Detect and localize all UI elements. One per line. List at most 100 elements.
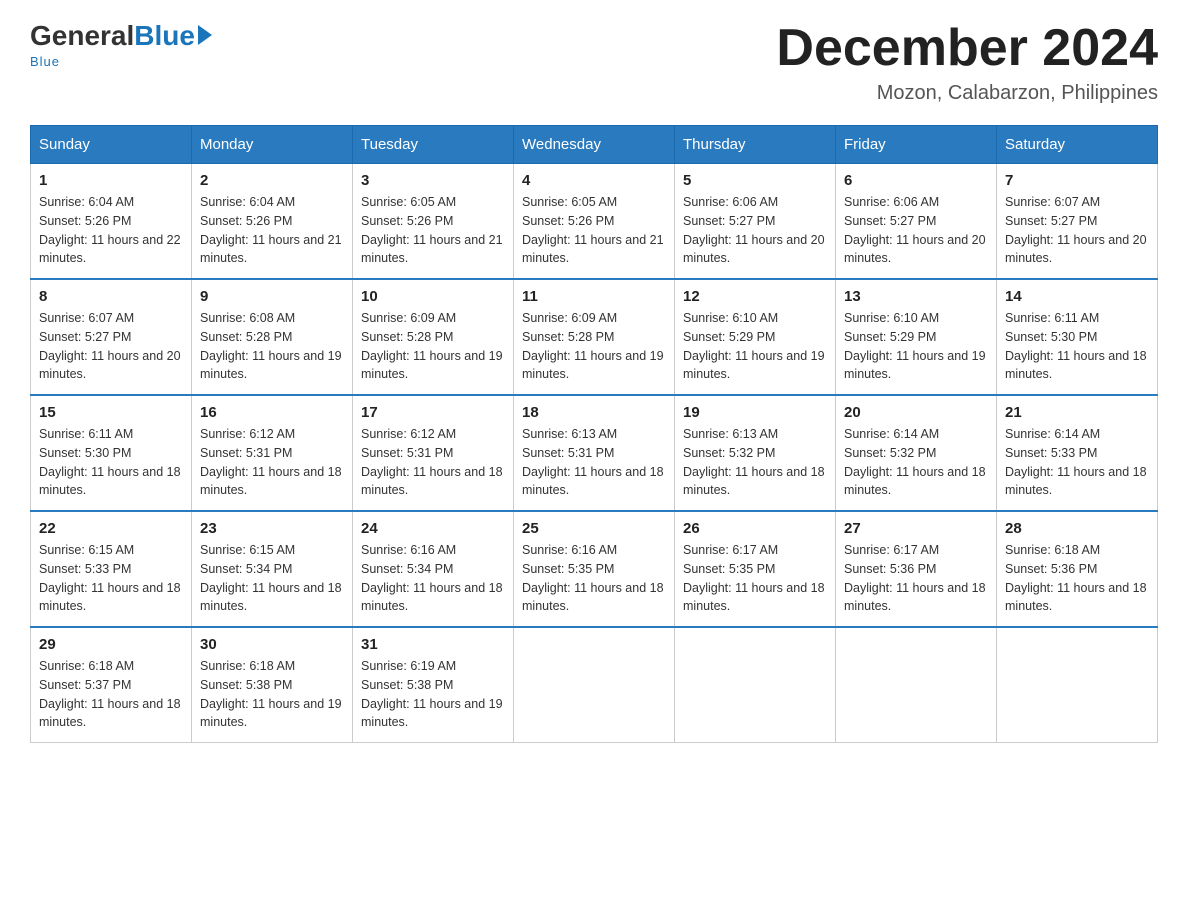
calendar-day-cell: 17 Sunrise: 6:12 AM Sunset: 5:31 PM Dayl… <box>353 395 514 511</box>
calendar-day-header: Friday <box>836 126 997 164</box>
calendar-week-row: 8 Sunrise: 6:07 AM Sunset: 5:27 PM Dayli… <box>31 279 1158 395</box>
day-number: 29 <box>39 636 183 653</box>
day-number: 13 <box>844 288 988 305</box>
day-number: 6 <box>844 172 988 189</box>
day-number: 7 <box>1005 172 1149 189</box>
day-number: 15 <box>39 404 183 421</box>
calendar-day-header: Wednesday <box>514 126 675 164</box>
calendar-day-cell: 10 Sunrise: 6:09 AM Sunset: 5:28 PM Dayl… <box>353 279 514 395</box>
day-info: Sunrise: 6:14 AM Sunset: 5:32 PM Dayligh… <box>844 425 988 500</box>
day-info: Sunrise: 6:17 AM Sunset: 5:36 PM Dayligh… <box>844 541 988 616</box>
logo-blue-text: Blue <box>134 20 195 52</box>
day-number: 24 <box>361 520 505 537</box>
day-number: 21 <box>1005 404 1149 421</box>
calendar-day-cell: 11 Sunrise: 6:09 AM Sunset: 5:28 PM Dayl… <box>514 279 675 395</box>
calendar-day-cell: 14 Sunrise: 6:11 AM Sunset: 5:30 PM Dayl… <box>997 279 1158 395</box>
calendar-day-cell: 19 Sunrise: 6:13 AM Sunset: 5:32 PM Dayl… <box>675 395 836 511</box>
calendar-day-cell: 1 Sunrise: 6:04 AM Sunset: 5:26 PM Dayli… <box>31 164 192 280</box>
calendar-day-cell: 29 Sunrise: 6:18 AM Sunset: 5:37 PM Dayl… <box>31 627 192 743</box>
day-number: 22 <box>39 520 183 537</box>
day-info: Sunrise: 6:18 AM Sunset: 5:36 PM Dayligh… <box>1005 541 1149 616</box>
day-number: 16 <box>200 404 344 421</box>
day-info: Sunrise: 6:11 AM Sunset: 5:30 PM Dayligh… <box>1005 309 1149 384</box>
day-info: Sunrise: 6:10 AM Sunset: 5:29 PM Dayligh… <box>844 309 988 384</box>
day-info: Sunrise: 6:08 AM Sunset: 5:28 PM Dayligh… <box>200 309 344 384</box>
day-info: Sunrise: 6:10 AM Sunset: 5:29 PM Dayligh… <box>683 309 827 384</box>
day-number: 17 <box>361 404 505 421</box>
day-info: Sunrise: 6:16 AM Sunset: 5:34 PM Dayligh… <box>361 541 505 616</box>
calendar-day-cell: 3 Sunrise: 6:05 AM Sunset: 5:26 PM Dayli… <box>353 164 514 280</box>
day-number: 14 <box>1005 288 1149 305</box>
day-info: Sunrise: 6:17 AM Sunset: 5:35 PM Dayligh… <box>683 541 827 616</box>
day-info: Sunrise: 6:07 AM Sunset: 5:27 PM Dayligh… <box>1005 193 1149 268</box>
calendar-day-header: Saturday <box>997 126 1158 164</box>
day-number: 18 <box>522 404 666 421</box>
calendar-day-cell: 31 Sunrise: 6:19 AM Sunset: 5:38 PM Dayl… <box>353 627 514 743</box>
logo-general-text: General <box>30 20 134 52</box>
day-info: Sunrise: 6:05 AM Sunset: 5:26 PM Dayligh… <box>361 193 505 268</box>
day-number: 19 <box>683 404 827 421</box>
day-number: 10 <box>361 288 505 305</box>
calendar-day-cell <box>675 627 836 743</box>
calendar-day-cell: 7 Sunrise: 6:07 AM Sunset: 5:27 PM Dayli… <box>997 164 1158 280</box>
day-info: Sunrise: 6:13 AM Sunset: 5:32 PM Dayligh… <box>683 425 827 500</box>
calendar-day-cell: 26 Sunrise: 6:17 AM Sunset: 5:35 PM Dayl… <box>675 511 836 627</box>
logo-underline: Blue <box>30 54 60 69</box>
logo-blue-part: Blue <box>134 20 212 52</box>
calendar-week-row: 22 Sunrise: 6:15 AM Sunset: 5:33 PM Dayl… <box>31 511 1158 627</box>
calendar-day-cell: 13 Sunrise: 6:10 AM Sunset: 5:29 PM Dayl… <box>836 279 997 395</box>
day-number: 2 <box>200 172 344 189</box>
day-number: 31 <box>361 636 505 653</box>
title-section: December 2024 Mozon, Calabarzon, Philipp… <box>776 20 1158 105</box>
day-number: 12 <box>683 288 827 305</box>
day-info: Sunrise: 6:11 AM Sunset: 5:30 PM Dayligh… <box>39 425 183 500</box>
calendar-day-cell: 12 Sunrise: 6:10 AM Sunset: 5:29 PM Dayl… <box>675 279 836 395</box>
day-info: Sunrise: 6:18 AM Sunset: 5:38 PM Dayligh… <box>200 657 344 732</box>
day-info: Sunrise: 6:19 AM Sunset: 5:38 PM Dayligh… <box>361 657 505 732</box>
day-number: 5 <box>683 172 827 189</box>
location: Mozon, Calabarzon, Philippines <box>776 82 1158 105</box>
calendar-day-cell: 2 Sunrise: 6:04 AM Sunset: 5:26 PM Dayli… <box>192 164 353 280</box>
logo: General Blue Blue <box>30 20 212 69</box>
day-info: Sunrise: 6:04 AM Sunset: 5:26 PM Dayligh… <box>200 193 344 268</box>
day-number: 1 <box>39 172 183 189</box>
day-info: Sunrise: 6:15 AM Sunset: 5:33 PM Dayligh… <box>39 541 183 616</box>
calendar-day-header: Thursday <box>675 126 836 164</box>
day-number: 23 <box>200 520 344 537</box>
calendar-day-cell: 24 Sunrise: 6:16 AM Sunset: 5:34 PM Dayl… <box>353 511 514 627</box>
day-info: Sunrise: 6:15 AM Sunset: 5:34 PM Dayligh… <box>200 541 344 616</box>
day-info: Sunrise: 6:09 AM Sunset: 5:28 PM Dayligh… <box>522 309 666 384</box>
calendar-day-cell <box>997 627 1158 743</box>
day-info: Sunrise: 6:06 AM Sunset: 5:27 PM Dayligh… <box>683 193 827 268</box>
page-header: General Blue Blue December 2024 Mozon, C… <box>30 20 1158 105</box>
calendar-day-cell: 25 Sunrise: 6:16 AM Sunset: 5:35 PM Dayl… <box>514 511 675 627</box>
calendar-day-header: Sunday <box>31 126 192 164</box>
month-title: December 2024 <box>776 20 1158 77</box>
day-info: Sunrise: 6:12 AM Sunset: 5:31 PM Dayligh… <box>361 425 505 500</box>
logo-arrow-icon <box>198 25 212 45</box>
calendar-day-cell <box>514 627 675 743</box>
calendar-day-cell: 21 Sunrise: 6:14 AM Sunset: 5:33 PM Dayl… <box>997 395 1158 511</box>
day-number: 30 <box>200 636 344 653</box>
calendar-day-cell: 9 Sunrise: 6:08 AM Sunset: 5:28 PM Dayli… <box>192 279 353 395</box>
calendar-day-cell: 4 Sunrise: 6:05 AM Sunset: 5:26 PM Dayli… <box>514 164 675 280</box>
calendar-day-cell: 8 Sunrise: 6:07 AM Sunset: 5:27 PM Dayli… <box>31 279 192 395</box>
calendar-day-cell: 20 Sunrise: 6:14 AM Sunset: 5:32 PM Dayl… <box>836 395 997 511</box>
day-number: 9 <box>200 288 344 305</box>
day-info: Sunrise: 6:06 AM Sunset: 5:27 PM Dayligh… <box>844 193 988 268</box>
calendar-day-cell: 16 Sunrise: 6:12 AM Sunset: 5:31 PM Dayl… <box>192 395 353 511</box>
calendar-day-cell: 22 Sunrise: 6:15 AM Sunset: 5:33 PM Dayl… <box>31 511 192 627</box>
day-info: Sunrise: 6:16 AM Sunset: 5:35 PM Dayligh… <box>522 541 666 616</box>
day-number: 11 <box>522 288 666 305</box>
day-info: Sunrise: 6:14 AM Sunset: 5:33 PM Dayligh… <box>1005 425 1149 500</box>
calendar-day-header: Tuesday <box>353 126 514 164</box>
calendar-week-row: 15 Sunrise: 6:11 AM Sunset: 5:30 PM Dayl… <box>31 395 1158 511</box>
day-info: Sunrise: 6:05 AM Sunset: 5:26 PM Dayligh… <box>522 193 666 268</box>
day-number: 4 <box>522 172 666 189</box>
calendar-header-row: SundayMondayTuesdayWednesdayThursdayFrid… <box>31 126 1158 164</box>
calendar-day-cell: 5 Sunrise: 6:06 AM Sunset: 5:27 PM Dayli… <box>675 164 836 280</box>
day-number: 3 <box>361 172 505 189</box>
day-number: 25 <box>522 520 666 537</box>
calendar-week-row: 29 Sunrise: 6:18 AM Sunset: 5:37 PM Dayl… <box>31 627 1158 743</box>
day-info: Sunrise: 6:18 AM Sunset: 5:37 PM Dayligh… <box>39 657 183 732</box>
